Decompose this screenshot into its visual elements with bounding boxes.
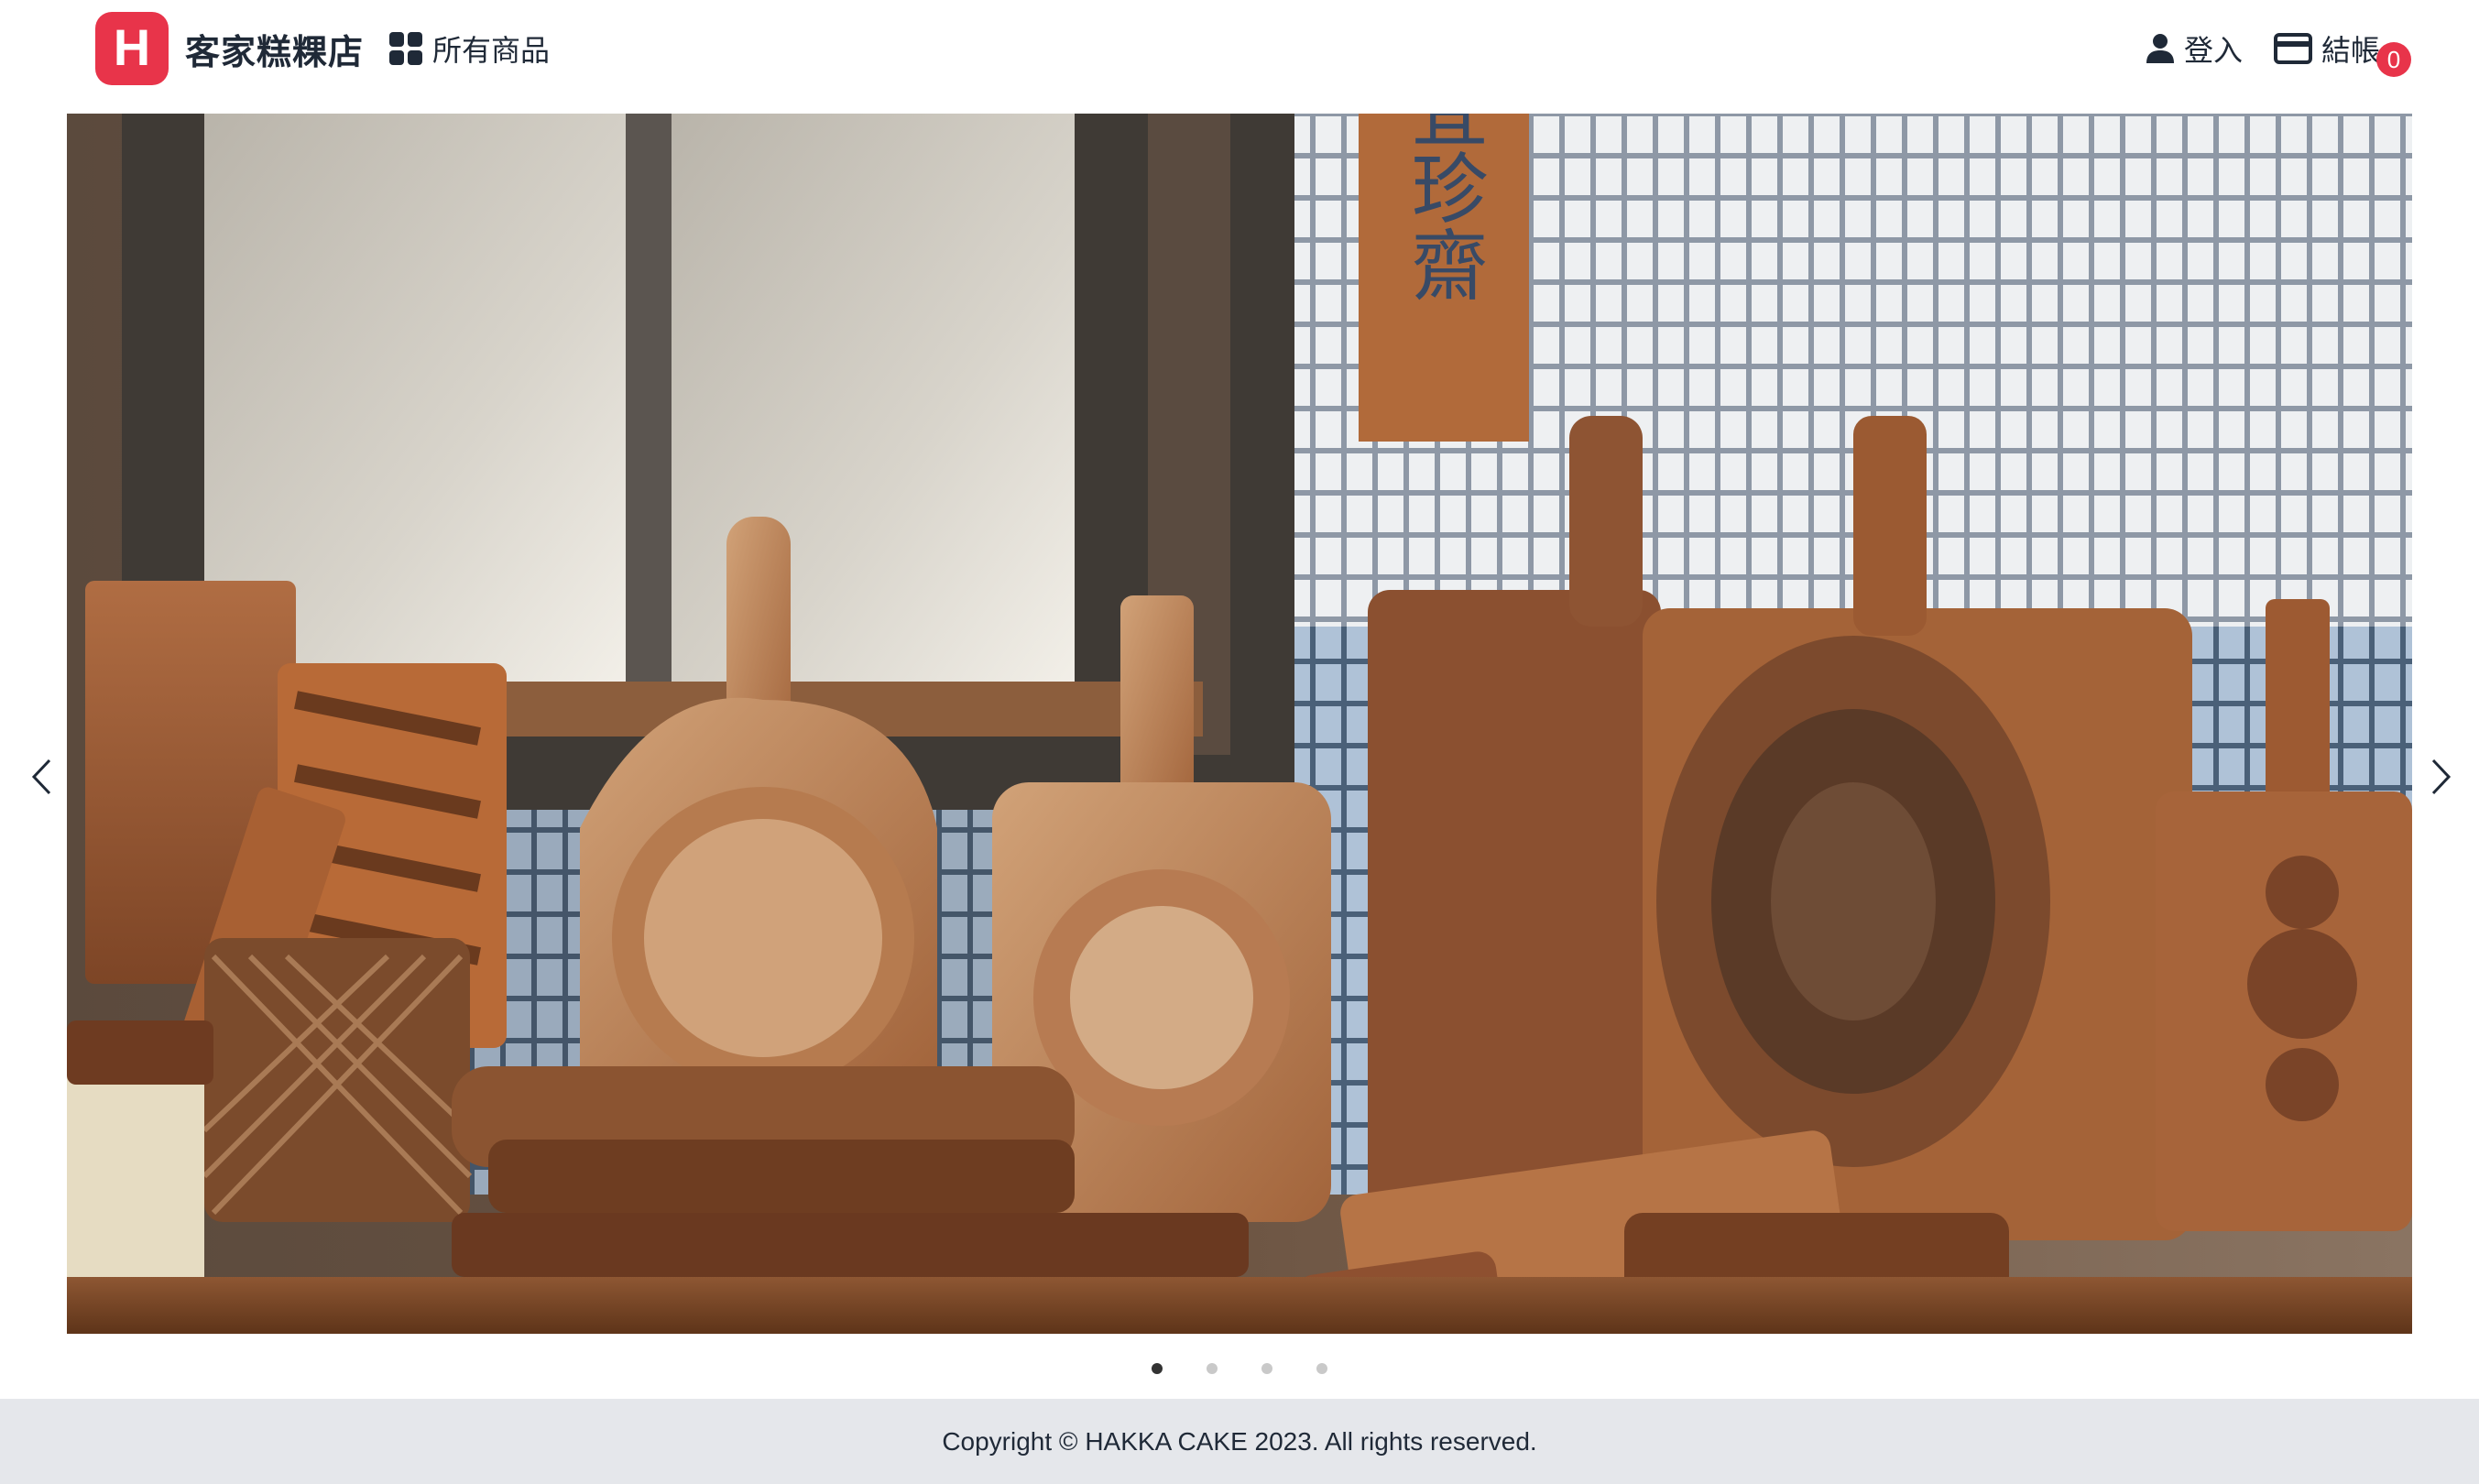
all-products-link[interactable]: 所有商品 <box>388 26 550 71</box>
carousel-dot-4[interactable] <box>1316 1363 1327 1374</box>
cart-count-badge: 0 <box>2376 42 2411 77</box>
h-logo-icon: H <box>114 18 150 76</box>
checkout-label: 結帳 <box>2321 33 2380 68</box>
user-nav: 登入 結帳 0 <box>2146 26 2411 77</box>
home-link[interactable]: H 客家糕粿店 <box>95 11 364 86</box>
carousel-pagination <box>0 1363 2479 1374</box>
carousel-dot-3[interactable] <box>1261 1363 1272 1374</box>
grid-icon <box>389 32 422 65</box>
sign-text: 宜珍齋 <box>1399 114 1489 302</box>
store-logo: H <box>95 12 169 85</box>
carousel-next-button[interactable] <box>2419 751 2464 802</box>
top-navbar: H 客家糕粿店 所有商品 登入 結帳 0 <box>0 0 2479 95</box>
carousel-dot-1[interactable] <box>1152 1363 1163 1374</box>
chevron-right-icon <box>2431 758 2452 795</box>
store-name: 客家糕粿店 <box>185 31 365 72</box>
hero-carousel: 宜珍齋 <box>67 114 2412 1334</box>
carousel-prev-button[interactable] <box>18 751 64 802</box>
carousel-dot-2[interactable] <box>1207 1363 1218 1374</box>
checkout-link[interactable]: 結帳 0 <box>2273 27 2411 77</box>
login-link[interactable]: 登入 <box>2146 27 2243 70</box>
credit-card-icon <box>2273 33 2312 64</box>
copyright-text: Copyright © HAKKA CAKE 2023. All rights … <box>942 1426 1537 1456</box>
all-products-label: 所有商品 <box>432 33 551 68</box>
chevron-left-icon <box>31 758 51 795</box>
user-icon <box>2146 34 2174 63</box>
svg-text:H: H <box>114 18 150 76</box>
hero-slide-image: 宜珍齋 <box>67 114 2412 1334</box>
login-label: 登入 <box>2183 33 2243 68</box>
page-footer: Copyright © HAKKA CAKE 2023. All rights … <box>0 1399 2479 1484</box>
